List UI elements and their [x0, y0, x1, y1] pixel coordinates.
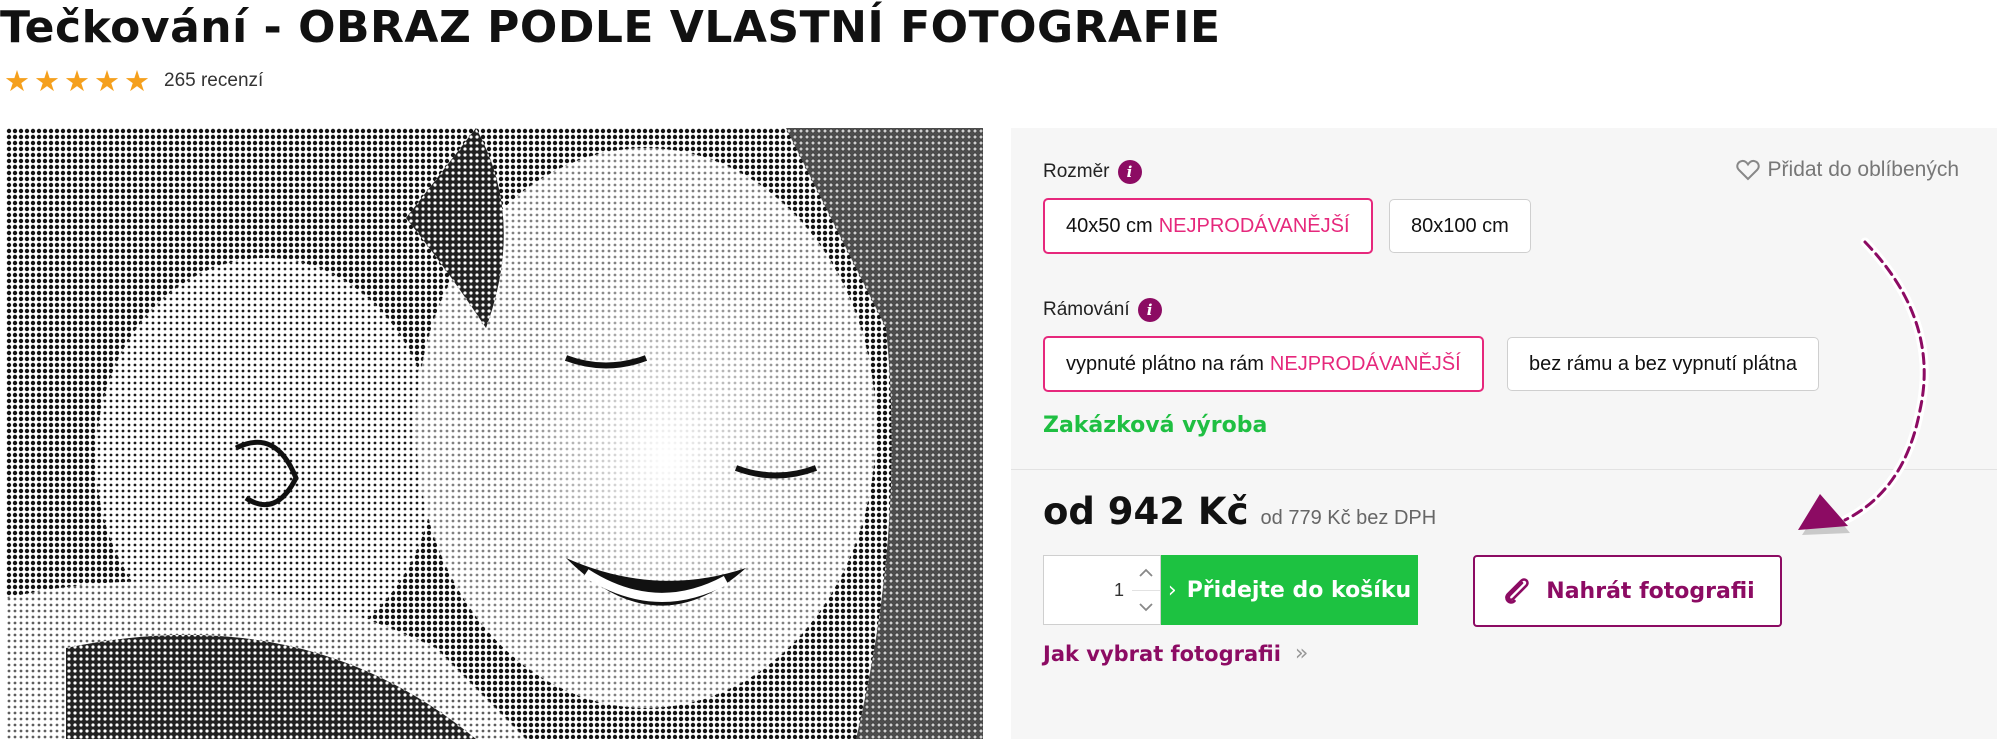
how-to-label: Jak vybrat fotografii — [1043, 641, 1281, 666]
quantity-stepper[interactable]: 1 — [1043, 555, 1161, 625]
add-to-favorites[interactable]: Přidat do oblíbených — [1735, 158, 1959, 182]
add-to-cart-button[interactable]: › Přidejte do košíku — [1161, 555, 1418, 625]
star-icon: ★ — [4, 64, 30, 98]
quantity-increase-button[interactable] — [1132, 556, 1160, 591]
price: od 942 Kč — [1043, 490, 1249, 533]
size-option-label: 80x100 cm — [1411, 214, 1509, 237]
price-ex-vat: od 779 Kč bez DPH — [1260, 507, 1437, 529]
framing-option-stretched[interactable]: vypnuté plátno na rám NEJPRODÁVANĚJŠÍ — [1043, 336, 1484, 392]
size-label: Rozměr — [1043, 161, 1110, 182]
favorites-label: Přidat do oblíbených — [1767, 158, 1959, 181]
size-option-label: 40x50 cm — [1066, 214, 1153, 237]
rating-stars: ★ ★ ★ ★ ★ — [2, 66, 152, 96]
framing-option-label: bez rámu a bez vypnutí plátna — [1529, 352, 1797, 375]
curved-arrow-icon — [1798, 237, 1929, 535]
info-icon[interactable]: i — [1137, 298, 1162, 322]
bestseller-badge: NEJPRODÁVANĚJŠÍ — [1158, 214, 1350, 237]
star-icon: ★ — [124, 64, 150, 98]
rating[interactable]: ★ ★ ★ ★ ★ 265 recenzí — [2, 66, 263, 96]
upload-photo-label: Nahrát fotografii — [1546, 578, 1755, 604]
upload-photo-button[interactable]: Nahrát fotografii — [1473, 555, 1782, 627]
framing-label: Rámování — [1043, 299, 1130, 320]
size-option-80x100[interactable]: 80x100 cm — [1389, 199, 1531, 253]
heart-icon — [1735, 159, 1760, 181]
custom-production-note: Zakázková výroba — [1043, 413, 1268, 438]
chevron-right-icon: › — [1167, 577, 1177, 603]
star-icon: ★ — [34, 64, 60, 98]
how-to-choose-photo-link[interactable]: Jak vybrat fotografii » — [1043, 641, 1308, 666]
framing-option-no-frame[interactable]: bez rámu a bez vypnutí plátna — [1507, 337, 1819, 391]
reviews-link[interactable]: 265 recenzí — [164, 70, 263, 92]
chevron-up-icon — [1139, 568, 1153, 577]
quantity-input[interactable]: 1 — [1044, 556, 1124, 624]
star-icon: ★ — [94, 64, 120, 98]
size-label-row: Rozměr i — [1043, 160, 1142, 184]
chevron-down-icon — [1139, 603, 1153, 612]
info-icon[interactable]: i — [1117, 160, 1142, 184]
product-photo — [6, 128, 983, 739]
double-chevron-right-icon: » — [1294, 641, 1309, 666]
framing-label-row: Rámování i — [1043, 298, 1162, 322]
product-title: Tečkování - OBRAZ PODLE VLASTNÍ FOTOGRAF… — [0, 2, 1221, 53]
bestseller-badge: NEJPRODÁVANĚJŠÍ — [1269, 352, 1461, 375]
quantity-decrease-button[interactable] — [1132, 590, 1160, 624]
add-to-cart-label: Přidejte do košíku — [1186, 577, 1412, 603]
size-option-40x50[interactable]: 40x50 cm NEJPRODÁVANĚJŠÍ — [1043, 198, 1373, 254]
framing-option-label: vypnuté plátno na rám — [1066, 352, 1264, 375]
paperclip-icon — [1505, 578, 1530, 604]
star-icon: ★ — [64, 64, 90, 98]
price-row: od 942 Kč od 779 Kč bez DPH — [1043, 490, 1436, 533]
